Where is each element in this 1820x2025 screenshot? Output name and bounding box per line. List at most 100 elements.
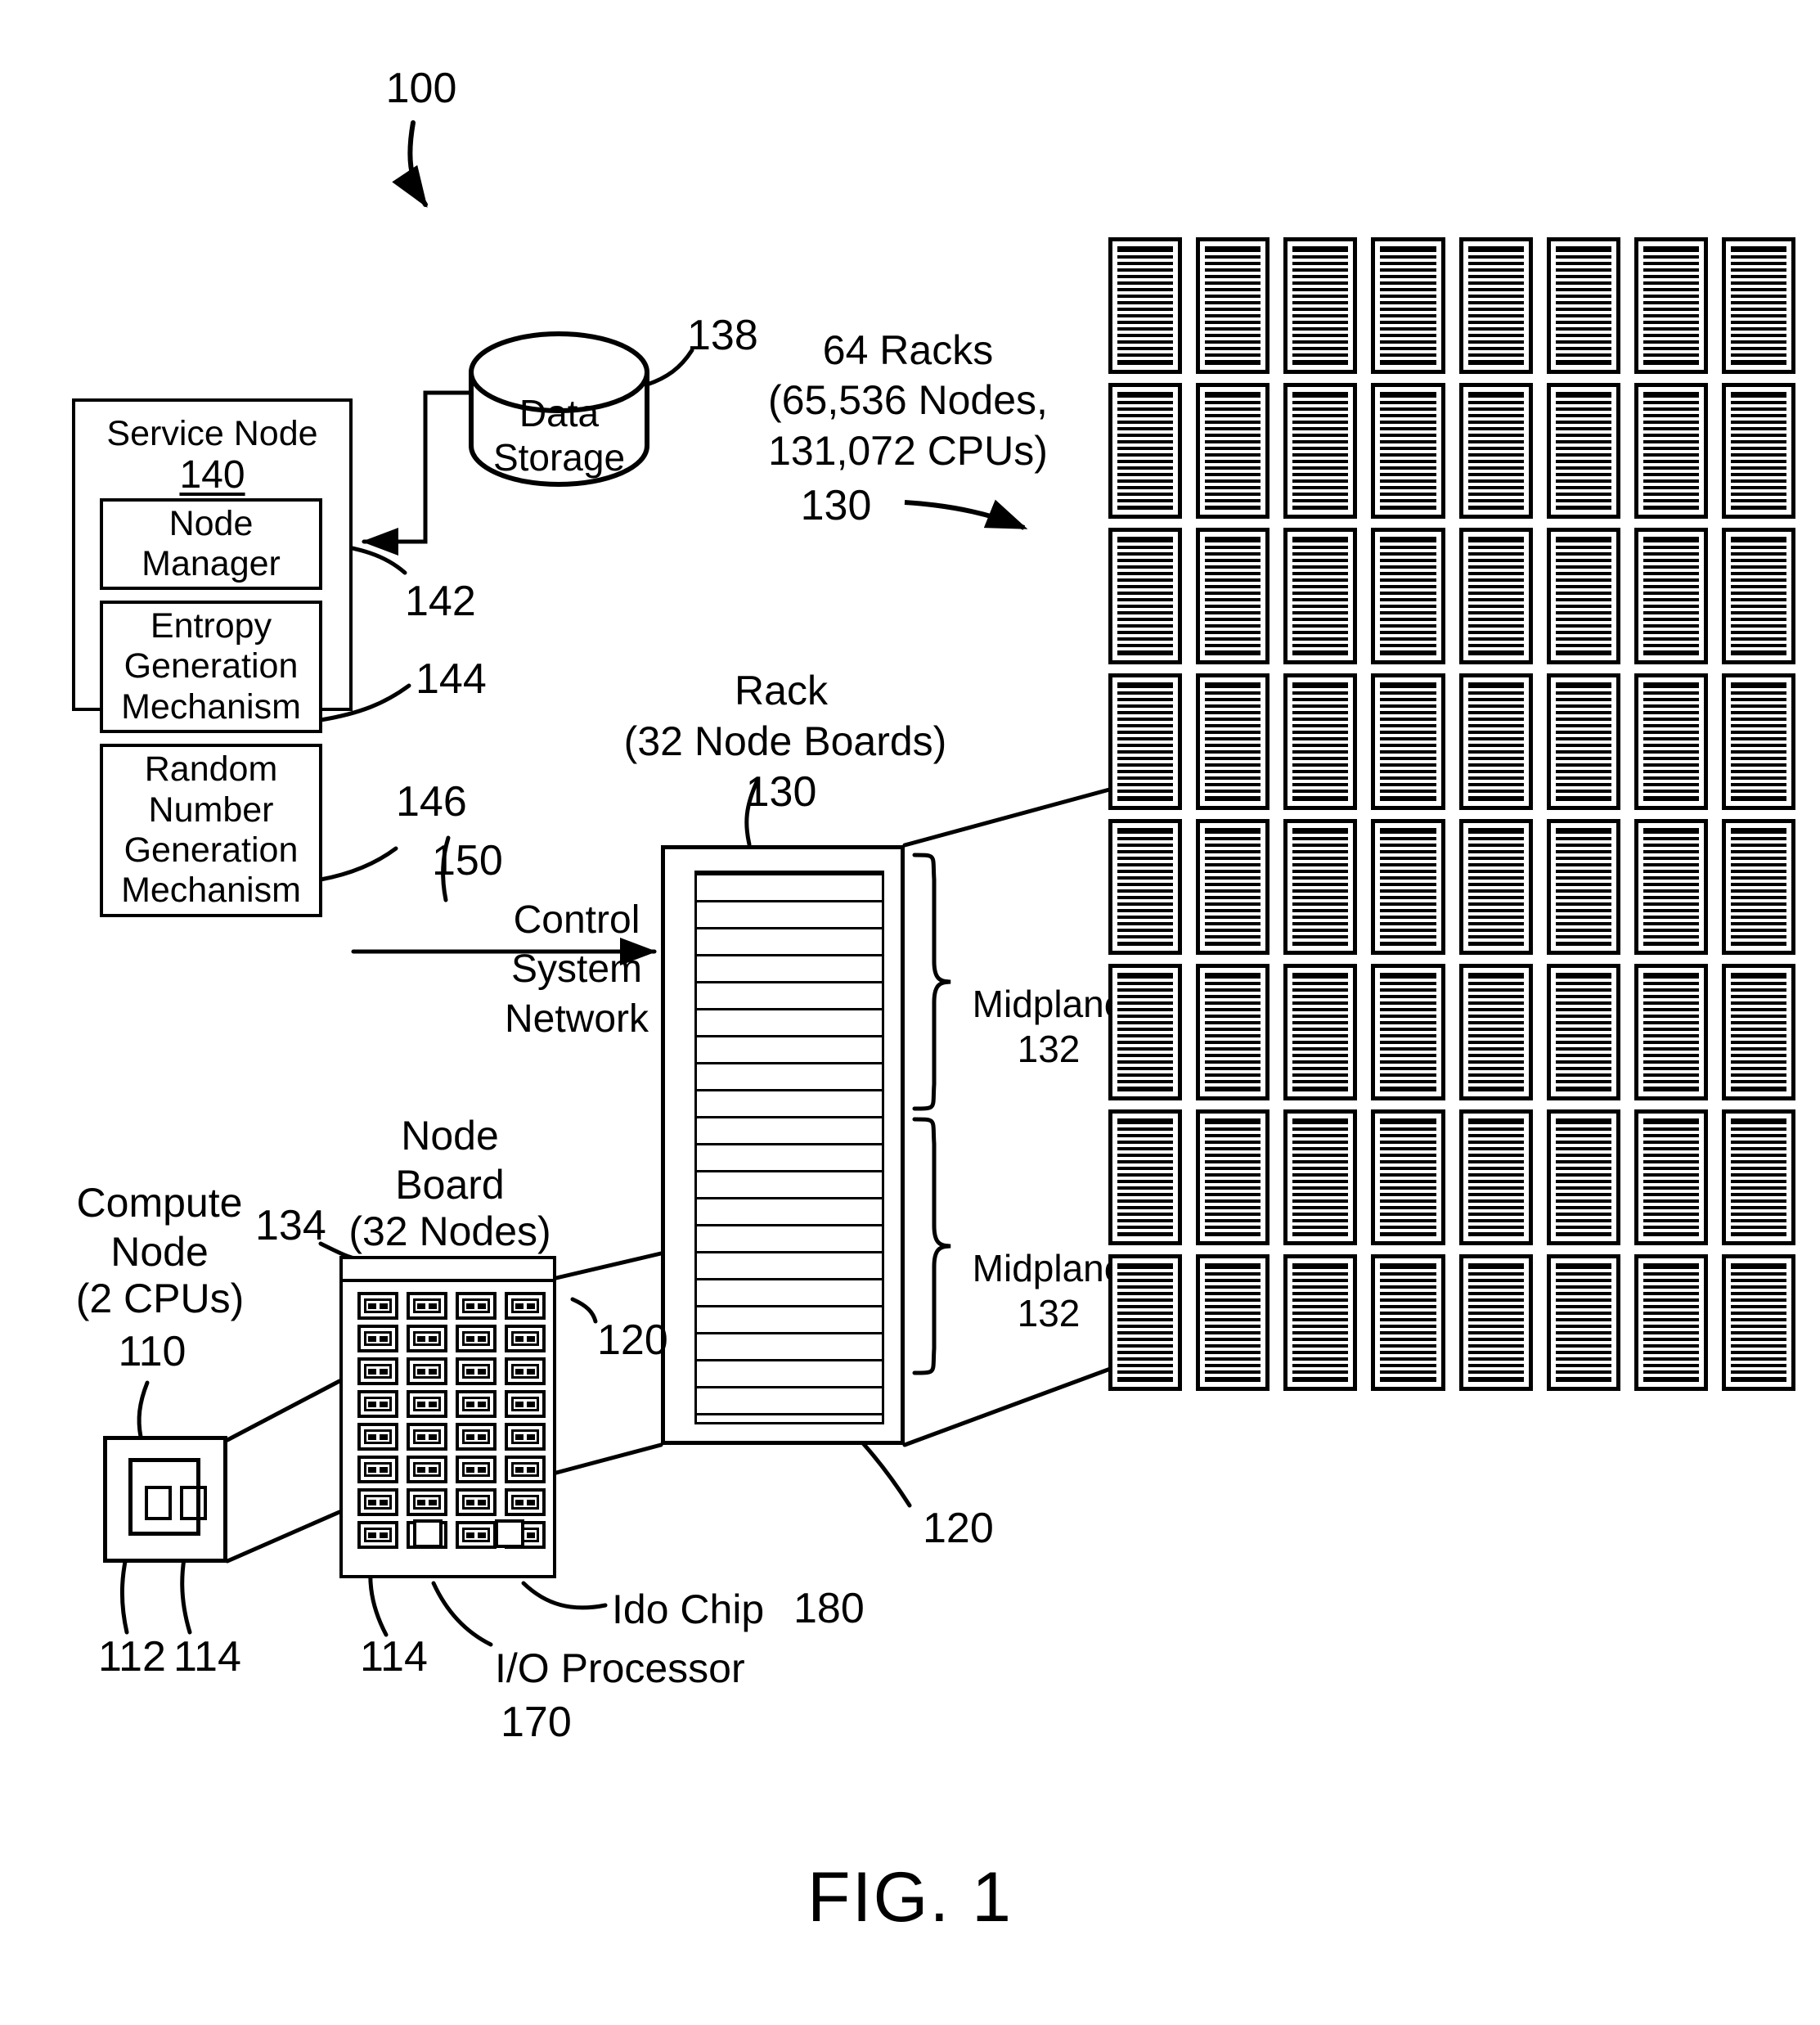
rack-unit [1283,528,1358,664]
node-chip-cpu-pair [515,1369,535,1375]
node-chip-cpu [527,1369,535,1375]
node-chip-cpu [368,1434,376,1440]
rack-unit-slots [1555,827,1611,947]
node-chip-cpu [429,1467,437,1473]
rack-unit-slots [1730,246,1786,365]
rack-unit [1546,818,1620,956]
node-chip-cpu [466,1500,474,1505]
rack-unit [1196,1254,1270,1391]
node-chip-cpu [417,1336,425,1342]
rack-unit [1458,673,1533,810]
rack-unit [1546,1254,1620,1391]
node-chip-cpu [417,1402,425,1407]
node-chip-cpu [368,1532,376,1538]
rack-detail-subtitle: (32 Node Boards) [623,718,947,764]
node-chip-cpu [368,1303,376,1309]
node-chip [407,1488,447,1516]
rack-unit [1196,818,1270,956]
node-chip-cpu-pair [466,1402,486,1407]
node-chip-cpu [380,1303,388,1309]
leader-138 [645,348,694,387]
node-chip-cpu [429,1303,437,1309]
rack-unit-slots [1555,391,1611,511]
rack-unit [1283,964,1358,1100]
rack-unit [1196,1109,1270,1246]
ref-114-compute: 114 [173,1633,241,1681]
node-chip [357,1423,398,1451]
rack-unit [1634,818,1708,956]
rack-unit-slots [1117,1263,1174,1382]
node-chip-cpu-pair [515,1500,535,1505]
rack-unit-slots [1205,827,1261,947]
node-board-subtitle: (32 Nodes) [348,1208,551,1254]
rack-unit [1196,237,1270,374]
node-chip-cpu-pair [466,1434,486,1440]
node-chip-cpu [368,1402,376,1407]
service-node-title: Service Node [106,414,318,453]
node-chip-cpu [429,1402,437,1407]
ref-112: 112 [98,1633,166,1681]
leader-ido-chip [521,1581,608,1610]
rack-unit-slots [1380,1263,1436,1382]
node-chip [456,1292,497,1320]
node-chip-cpu [368,1369,376,1375]
rack-unit-slots [1380,973,1436,1091]
node-chip-cpu [368,1336,376,1342]
node-chip-cpu [417,1369,425,1375]
node-chip-cpu [429,1500,437,1505]
node-chip-cpu [466,1402,474,1407]
rack-unit [1371,237,1445,374]
rack-unit-slots [1205,391,1261,511]
rack-unit-slots [1730,537,1786,655]
ido-chip-label: Ido Chip [612,1586,765,1632]
rack-farm-grid [1108,237,1795,1391]
cpu-0 [145,1486,172,1520]
node-chip-cpu-pair [368,1500,388,1505]
rack-unit [1458,1109,1533,1246]
compute-node-box [103,1436,227,1563]
rack-unit-slots [1292,827,1349,947]
node-chip [407,1390,447,1418]
node-chip [407,1292,447,1320]
rack-unit [1458,964,1533,1100]
ref-120-upper: 120 [597,1316,668,1364]
rack-perspective-bottom [902,1366,1115,1447]
node-chip-cpu-pair [466,1532,486,1538]
node-chip-cpu [380,1336,388,1342]
patent-figure-1: 100 Data Storage 138 64 Racks (65,536 No… [0,0,1820,2025]
node-chip [505,1456,546,1483]
node-chip [456,1488,497,1516]
node-chip [357,1521,398,1549]
node-chip [505,1357,546,1385]
rack-unit-slots [1730,682,1786,801]
node-chip [505,1488,546,1516]
node-chip-cpu [429,1369,437,1375]
node-board-top-rail [343,1259,553,1282]
node-chip-cpu-pair [368,1336,388,1342]
node-chip-cpu [380,1434,388,1440]
node-chip-cpu-pair [515,1336,535,1342]
rack-unit-slots [1380,246,1436,365]
node-chip-cpu-pair [417,1500,437,1505]
rack-unit-slots [1117,246,1174,365]
node-chip-cpu [515,1500,524,1505]
node-chip-cpu [527,1336,535,1342]
rack-unit [1196,528,1270,664]
compute-node-subtitle: (2 CPUs) [75,1276,245,1321]
node-chip-cpu-pair [417,1336,437,1342]
ref-142: 142 [405,578,476,625]
node-chip [357,1456,398,1483]
node-chip-cpu [527,1303,535,1309]
rack-unit [1283,673,1358,810]
system-ref-100: 100 [385,65,457,112]
rack-unit [1546,673,1620,810]
rack-perspective-top [902,786,1115,848]
node-chip-cpu-pair [466,1467,486,1473]
rack-unit-slots [1642,246,1699,365]
io-processor-chip [413,1519,443,1548]
rack-unit [1283,237,1358,374]
node-chip-cpu-pair [466,1369,486,1375]
ref-180: 180 [793,1585,865,1632]
node-chip [357,1292,398,1320]
rack-unit [1371,673,1445,810]
